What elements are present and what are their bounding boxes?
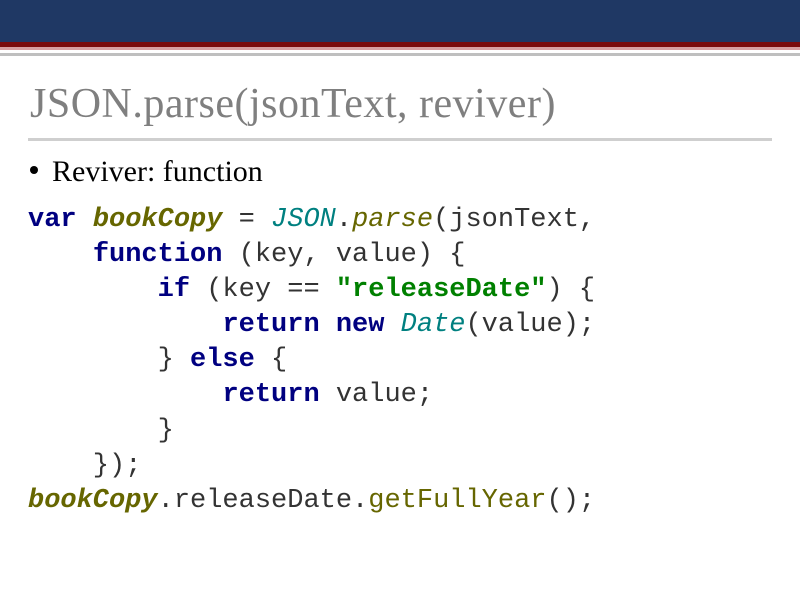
indent	[28, 310, 222, 340]
kw-function: function	[93, 240, 223, 270]
txt: (key, value) {	[222, 240, 465, 270]
kw-var: var	[28, 205, 77, 235]
txt: value;	[320, 380, 433, 410]
kw-else: else	[190, 345, 255, 375]
kw-return: return	[222, 310, 319, 340]
slide-title: JSON.parse(jsonText, reviver)	[0, 56, 800, 138]
txt: });	[28, 451, 141, 481]
cls-date: Date	[401, 310, 466, 340]
id-bookcopy: bookCopy	[93, 205, 223, 235]
txt: {	[255, 345, 287, 375]
kw-if: if	[158, 275, 190, 305]
indent	[28, 380, 222, 410]
txt	[320, 310, 336, 340]
txt: (key ==	[190, 275, 336, 305]
txt: (jsonText,	[433, 205, 595, 235]
indent	[28, 275, 158, 305]
slide-header-rule	[0, 42, 800, 56]
slide: JSON.parse(jsonText, reviver) Reviver: f…	[0, 0, 800, 600]
indent	[28, 240, 93, 270]
bullet-text: Reviver: function	[52, 155, 263, 189]
bullet-dot-icon	[30, 166, 38, 174]
txt: .	[336, 205, 352, 235]
slide-header-bar	[0, 0, 800, 42]
str-releasedate: "releaseDate"	[336, 275, 547, 305]
txt: =	[222, 205, 271, 235]
meth-getfullyear: getFullYear	[368, 486, 546, 516]
bullet-line: Reviver: function	[0, 141, 800, 195]
indent: }	[28, 345, 190, 375]
kw-new: new	[336, 310, 385, 340]
kw-return2: return	[222, 380, 319, 410]
txt	[384, 310, 400, 340]
fn-parse: parse	[352, 205, 433, 235]
cls-json: JSON	[271, 205, 336, 235]
txt: }	[28, 416, 174, 446]
prop-releaseDate: .releaseDate.	[158, 486, 369, 516]
code-block: var bookCopy = JSON.parse(jsonText, func…	[0, 195, 800, 519]
txt: ();	[547, 486, 596, 516]
id-bookcopy2: bookCopy	[28, 486, 158, 516]
txt: (value);	[465, 310, 595, 340]
txt: ) {	[547, 275, 596, 305]
